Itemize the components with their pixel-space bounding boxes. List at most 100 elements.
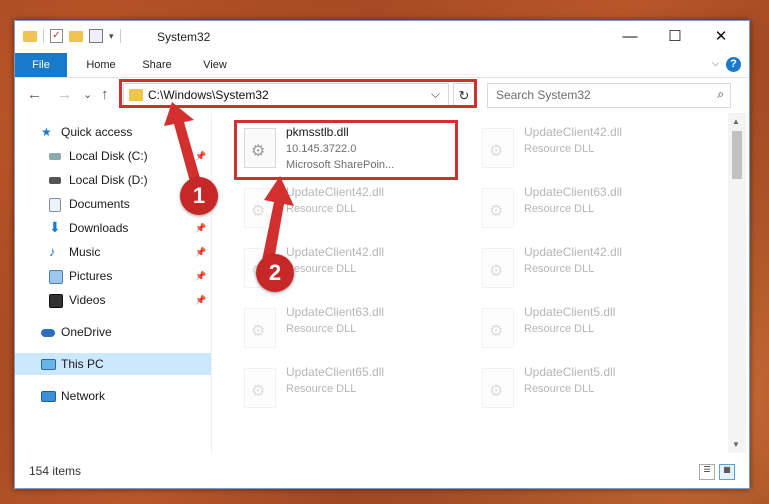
forward-button[interactable]: → [57, 86, 72, 103]
file-description: Resource DLL [524, 323, 595, 335]
title-bar: ✓ ▾ System32 — ☐ ✕ [15, 21, 749, 53]
file-tile[interactable]: UpdateClient5.dll Resource DLL [474, 301, 702, 359]
network-icon [41, 391, 56, 402]
file-description: Resource DLL [524, 143, 595, 155]
customize-dropdown-icon[interactable]: ▾ [109, 31, 114, 42]
drive-icon [49, 177, 61, 184]
toolbar-separator [119, 29, 121, 43]
pin-icon[interactable]: 📌 [195, 241, 206, 263]
tab-file[interactable]: File [15, 53, 67, 77]
up-button[interactable]: ↑ [101, 86, 109, 103]
new-folder-icon[interactable] [69, 30, 83, 42]
sidebar-item-pictures[interactable]: Pictures 📌 [15, 265, 211, 287]
sidebar-item-label: Local Disk (C:) [69, 149, 148, 163]
documents-icon [49, 198, 61, 212]
step-1-badge: 1 [180, 177, 218, 215]
search-box[interactable]: Search System32 ⌕ [487, 83, 731, 108]
file-name: UpdateClient5.dll [524, 305, 616, 319]
sidebar-item-onedrive[interactable]: OneDrive [15, 321, 211, 343]
computer-icon [41, 359, 56, 370]
cloud-icon [41, 329, 55, 337]
file-tile[interactable]: UpdateClient63.dll Resource DLL [474, 181, 702, 239]
folder-icon [23, 30, 37, 42]
sidebar-item-label: Music [69, 245, 101, 259]
scroll-down-icon[interactable]: ▼ [732, 440, 740, 449]
tab-view[interactable]: View [191, 53, 239, 77]
dll-file-icon [482, 308, 514, 348]
sidebar-item-label: This PC [61, 357, 104, 371]
status-bar: 154 items ☰ ▦ [15, 454, 749, 488]
file-name: UpdateClient65.dll [286, 365, 385, 379]
file-description: Resource DLL [524, 263, 595, 275]
item-count: 154 items [29, 464, 82, 478]
help-icon[interactable]: ? [726, 57, 741, 72]
pin-icon[interactable]: 📌 [195, 217, 206, 239]
minimize-button[interactable]: — [607, 21, 653, 53]
window-title: System32 [157, 30, 211, 44]
file-tile[interactable]: UpdateClient5.dll Resource DLL [474, 361, 702, 419]
sidebar-item-network[interactable]: Network [15, 385, 211, 407]
large-icons-view-icon[interactable]: ▦ [719, 464, 735, 480]
file-description: Resource DLL [286, 383, 357, 395]
file-name: UpdateClient42.dll [524, 245, 623, 259]
file-description: Resource DLL [286, 323, 357, 335]
step-2-badge: 2 [256, 254, 294, 292]
sidebar-item-downloads[interactable]: ⬇ Downloads 📌 [15, 217, 211, 239]
vertical-scrollbar[interactable]: ▲ ▼ [728, 113, 746, 453]
properties-check-icon[interactable]: ✓ [50, 29, 63, 43]
dll-file-icon [244, 308, 276, 348]
drive-icon [49, 153, 61, 160]
file-tile[interactable]: UpdateClient63.dll Resource DLL [236, 301, 464, 359]
quick-access-toolbar: ✓ ▾ [23, 29, 121, 43]
details-view-icon[interactable]: ☰ [699, 464, 715, 480]
pin-icon[interactable]: 📌 [195, 289, 206, 311]
navigation-bar: ← → ⌄ ↑ C:\Windows\System32 ⌵ ↻ Search S… [15, 78, 749, 112]
sidebar-item-label: Pictures [69, 269, 113, 283]
sidebar-item-music[interactable]: ♪ Music 📌 [15, 241, 211, 263]
download-icon: ⬇ [49, 219, 61, 235]
file-name: UpdateClient63.dll [524, 185, 623, 199]
file-name: UpdateClient42.dll [524, 125, 623, 139]
file-tile[interactable]: UpdateClient42.dll Resource DLL [474, 121, 702, 179]
sidebar-item-label: Quick access [61, 125, 133, 139]
pictures-icon [49, 270, 63, 284]
videos-icon [49, 294, 63, 308]
sidebar-item-label: Documents [69, 197, 130, 211]
file-description: Resource DLL [524, 203, 595, 215]
sidebar-item-label: Local Disk (D:) [69, 173, 148, 187]
recent-locations-button[interactable]: ⌄ [83, 88, 92, 101]
scroll-up-icon[interactable]: ▲ [732, 117, 740, 126]
expand-ribbon-icon[interactable]: ⌵ [712, 58, 719, 69]
dll-file-icon [244, 368, 276, 408]
tab-share[interactable]: Share [133, 53, 181, 77]
scrollbar-thumb[interactable] [732, 131, 742, 179]
sidebar-item-videos[interactable]: Videos 📌 [15, 289, 211, 311]
file-tile[interactable]: UpdateClient42.dll Resource DLL [474, 241, 702, 299]
dll-file-icon [482, 188, 514, 228]
file-highlight-box [234, 120, 458, 180]
toolbar-separator [43, 29, 44, 43]
search-icon[interactable]: ⌕ [717, 87, 724, 102]
pin-icon[interactable]: 📌 [195, 265, 206, 287]
file-name: UpdateClient63.dll [286, 305, 385, 319]
maximize-button[interactable]: ☐ [652, 21, 698, 53]
sidebar-item-label: Videos [69, 293, 106, 307]
file-explorer-window: ✓ ▾ System32 — ☐ ✕ File Home Share View … [14, 20, 750, 489]
file-name: UpdateClient5.dll [524, 365, 616, 379]
dll-file-icon [482, 128, 514, 168]
tab-home[interactable]: Home [77, 53, 125, 77]
file-tile[interactable]: UpdateClient65.dll Resource DLL [236, 361, 464, 419]
sidebar-item-this-pc[interactable]: This PC [15, 353, 211, 375]
sidebar-item-label: Downloads [69, 221, 129, 235]
back-button[interactable]: ← [27, 86, 42, 103]
dll-file-icon [482, 248, 514, 288]
close-button[interactable]: ✕ [698, 21, 744, 53]
search-placeholder[interactable]: Search System32 [496, 88, 591, 102]
sidebar-item-label: Network [61, 389, 106, 403]
customize-icon[interactable] [89, 29, 103, 43]
file-description: Resource DLL [524, 383, 595, 395]
star-icon: ★ [41, 125, 52, 139]
ribbon-tabs: File Home Share View ⌵ ? [15, 53, 749, 78]
sidebar-item-label: OneDrive [61, 325, 112, 339]
music-icon: ♪ [49, 244, 56, 259]
